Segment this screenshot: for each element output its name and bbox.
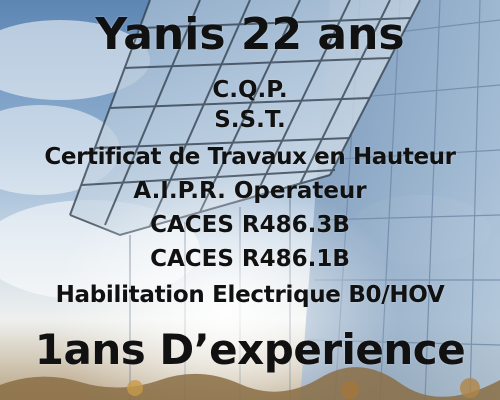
experience-text: 1ans D’experience — [34, 325, 466, 374]
profile-card: Yanis 22 ans C.Q.P. S.S.T. Certificat de… — [0, 0, 500, 400]
name-age-title: Yanis 22 ans — [95, 9, 405, 60]
text-overlay: Yanis 22 ans C.Q.P. S.S.T. Certificat de… — [0, 0, 500, 400]
qualification-caces-1b: CACES R486.1B — [150, 246, 350, 272]
qualification-aipr: A.I.P.R. Operateur — [133, 178, 367, 204]
qualification-work-at-height: Certificat de Travaux en Hauteur — [44, 144, 456, 170]
qualification-caces-3b: CACES R486.3B — [150, 212, 350, 238]
qualification-electrical: Habilitation Electrique B0/HOV — [55, 282, 445, 308]
qualification-cqp: C.Q.P. — [212, 77, 288, 103]
qualification-sst: S.S.T. — [214, 107, 286, 133]
